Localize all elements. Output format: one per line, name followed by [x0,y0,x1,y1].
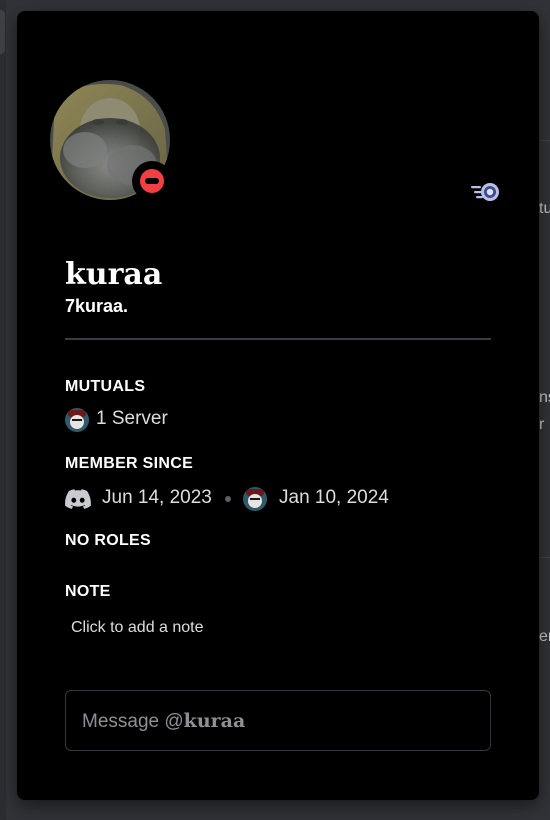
discord-join-date: Jun 14, 2023 [102,487,212,508]
divider [65,338,491,340]
mutuals-heading: MUTUALS [65,378,146,395]
background-text-fragment: ns [539,389,550,406]
separator-dot [225,496,231,502]
background-text-fragment: r [539,416,545,433]
background-sidebar-edge [0,0,6,820]
note-input[interactable]: Click to add a note [71,619,204,637]
message-recipient: kuraa [183,710,246,732]
profile-avatar-container[interactable] [50,80,172,201]
username[interactable]: 7kuraa. [65,296,128,317]
background-scroll-tab [0,10,5,54]
user-profile-popout: kuraa 7kuraa. MUTUALS 1 Server MEMBER SI… [17,11,539,800]
nitro-badge-icon[interactable] [470,181,502,203]
mutual-server-icon[interactable] [65,408,89,432]
server-icon[interactable] [243,487,267,511]
status-indicator [132,161,172,201]
member-since-heading: MEMBER SINCE [65,455,194,472]
background-text-fragment: er [539,628,550,645]
background-text-fragment: tu [539,200,550,217]
mutual-servers-link[interactable]: 1 Server [96,408,168,430]
discord-logo-icon [65,489,91,509]
server-join-date: Jan 10, 2024 [279,487,389,508]
message-placeholder: Message @kuraa [82,710,245,733]
note-heading: NOTE [65,583,111,600]
message-prefix-text: Message @ [82,711,184,732]
dnd-status-icon [140,169,164,193]
display-name[interactable]: kuraa [65,257,162,292]
roles-heading: NO ROLES [65,532,151,549]
message-input[interactable]: Message @kuraa [65,690,491,751]
